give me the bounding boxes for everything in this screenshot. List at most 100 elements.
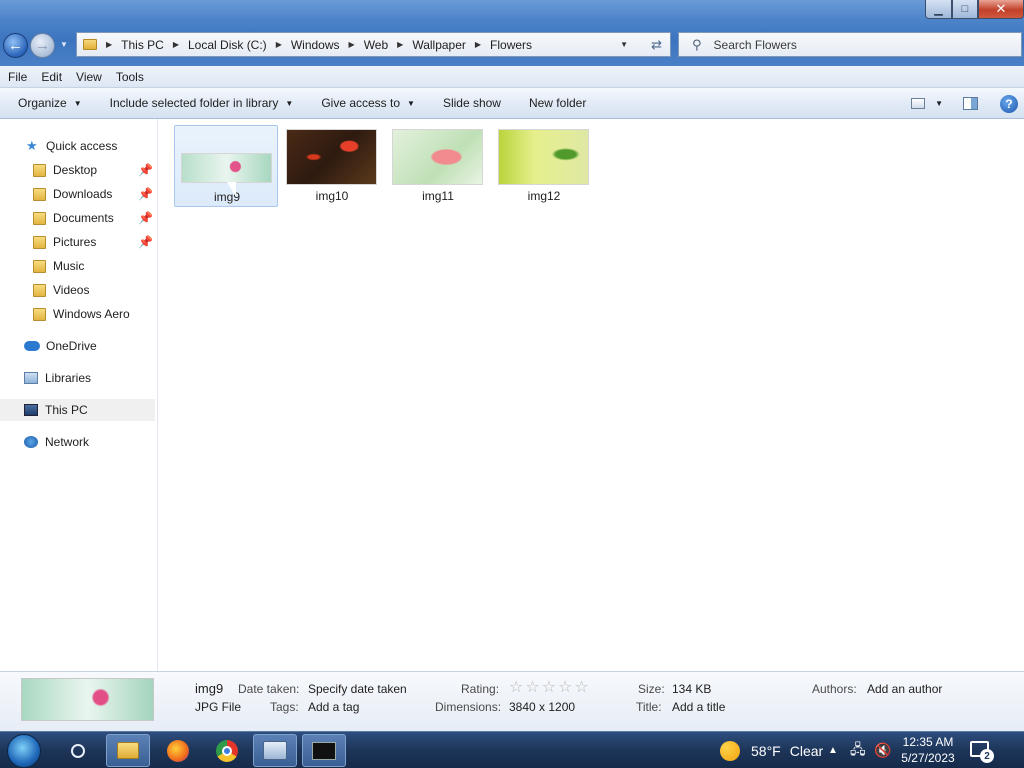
change-view-icon[interactable] [911,98,926,109]
nav-this-pc[interactable]: This PC [0,399,155,421]
breadcrumb-wallpaper[interactable]: Wallpaper [412,38,466,52]
taskbar-firefox[interactable] [156,734,200,767]
search-input[interactable] [713,37,994,52]
nav-pictures[interactable]: Pictures 📌 [0,231,155,253]
recent-locations-dropdown[interactable]: ▼ [60,40,68,49]
documents-folder-icon [33,211,46,225]
nav-desktop[interactable]: Desktop 📌 [0,159,155,181]
breadcrumb-web[interactable]: Web [364,38,388,52]
weather-widget[interactable]: 58°F Clear [720,732,823,768]
taskbar: 58°F Clear ▲ 🖧 🔇 12:35 AM 5/27/2023 2 [0,731,1024,768]
new-folder-label: New folder [528,96,587,110]
show-hidden-icons-button[interactable]: ▲ [828,732,838,768]
breadcrumb-this-pc[interactable]: This PC [121,38,164,52]
give-access-button[interactable]: Give access to ▼ [321,96,415,110]
nav-documents[interactable]: Documents 📌 [0,207,155,229]
image-thumbnail [181,153,272,183]
tags-label: Tags: [270,700,299,714]
details-thumbnail [21,678,154,721]
folder-icon [83,39,97,50]
taskbar-command-prompt[interactable] [302,734,346,767]
title-label: Title: [636,700,662,714]
remote-desktop-icon [263,741,287,760]
chevron-right-icon[interactable]: ▶ [106,40,112,49]
nav-quick-access[interactable]: ★ Quick access [0,135,155,157]
address-bar[interactable]: ▶ This PC ▶ Local Disk (C:) ▶ Windows ▶ … [76,32,671,57]
nav-network[interactable]: Network [0,431,155,453]
nav-videos[interactable]: Videos [0,279,155,301]
file-tile-img9[interactable]: img9 [174,125,278,207]
nav-windows-aero[interactable]: Windows Aero [0,303,155,325]
chevron-right-icon[interactable]: ▶ [349,40,355,49]
address-dropdown-icon[interactable]: ▼ [620,40,628,49]
taskbar-file-explorer[interactable] [106,734,150,767]
preview-pane-icon[interactable] [963,97,978,110]
chevron-right-icon[interactable]: ▶ [276,40,282,49]
close-button[interactable]: ✕ [978,0,1024,19]
rating-stars[interactable]: ☆☆☆☆☆ [509,677,591,697]
pin-icon: 📌 [138,235,153,249]
menu-file[interactable]: File [8,70,27,84]
menu-view[interactable]: View [76,70,102,84]
desktop-folder-icon [33,163,46,177]
view-options-caret-icon[interactable]: ▼ [935,99,943,108]
title-bar: ▁ □ ✕ ← → ▼ ▶ This PC ▶ Local Disk (C:) … [0,0,1024,66]
include-in-library-button[interactable]: Include selected folder in library ▼ [110,96,294,110]
taskbar-search-button[interactable] [56,734,100,767]
chevron-right-icon[interactable]: ▶ [173,40,179,49]
taskbar-remote-desktop[interactable] [253,734,297,767]
help-icon[interactable]: ? [1000,94,1018,113]
authors-field[interactable]: Add an author [867,682,942,696]
menu-tools[interactable]: Tools [116,70,144,84]
nav-libraries[interactable]: Libraries [0,367,155,389]
breadcrumb-flowers[interactable]: Flowers [490,38,532,52]
notification-count-badge: 2 [980,749,994,763]
moon-icon [720,740,740,761]
nav-windows-aero-label: Windows Aero [53,307,130,321]
file-tile-img12[interactable]: img12 [492,125,596,207]
command-prompt-icon [312,741,336,760]
chevron-right-icon[interactable]: ▶ [397,40,403,49]
size-label: Size: [638,682,665,696]
network-icon [24,436,38,448]
window-controls: ▁ □ ✕ [925,0,1024,19]
nav-onedrive[interactable]: OneDrive [0,335,155,357]
volume-muted-icon[interactable]: 🔇 [874,732,891,768]
search-icon [71,743,85,758]
date-taken-field[interactable]: Specify date taken [308,682,407,696]
slide-show-label: Slide show [442,96,501,110]
forward-button[interactable]: → [30,33,55,58]
title-field[interactable]: Add a title [672,700,725,714]
downloads-folder-icon [33,187,46,201]
maximize-button[interactable]: □ [952,0,978,19]
new-folder-button[interactable]: New folder [529,96,586,110]
start-button[interactable] [7,734,41,768]
network-tray-icon[interactable]: 🖧 [850,732,866,768]
tags-field[interactable]: Add a tag [308,700,359,714]
menu-edit[interactable]: Edit [41,70,62,84]
nav-this-pc-label: This PC [45,403,88,417]
nav-music[interactable]: Music [0,255,155,277]
breadcrumb-local-disk[interactable]: Local Disk (C:) [188,38,267,52]
nav-videos-label: Videos [53,283,90,297]
organize-button[interactable]: Organize ▼ [18,96,82,110]
cloud-icon [24,341,40,351]
minimize-button[interactable]: ▁ [925,0,952,19]
search-box[interactable]: ⚲ [678,32,1022,57]
chevron-right-icon[interactable]: ▶ [475,40,481,49]
breadcrumb-windows[interactable]: Windows [291,38,340,52]
system-clock[interactable]: 12:35 AM 5/27/2023 [897,734,959,766]
nav-downloads[interactable]: Downloads 📌 [0,183,155,205]
refresh-icon[interactable]: ⇄ [651,37,662,53]
weather-temperature: 58°F [751,742,781,759]
navigation-pane: ★ Quick access Desktop 📌 Downloads 📌 Doc… [0,119,158,671]
file-tile-img10[interactable]: img10 [280,125,384,207]
pin-icon: 📌 [138,163,153,177]
taskbar-chrome[interactable] [205,734,249,767]
back-button[interactable]: ← [3,33,28,58]
organize-label: Organize [18,96,67,110]
include-library-label: Include selected folder in library [109,96,279,110]
slide-show-button[interactable]: Slide show [443,96,501,110]
computer-icon [24,404,38,416]
file-tile-img11[interactable]: img11 [386,125,490,207]
